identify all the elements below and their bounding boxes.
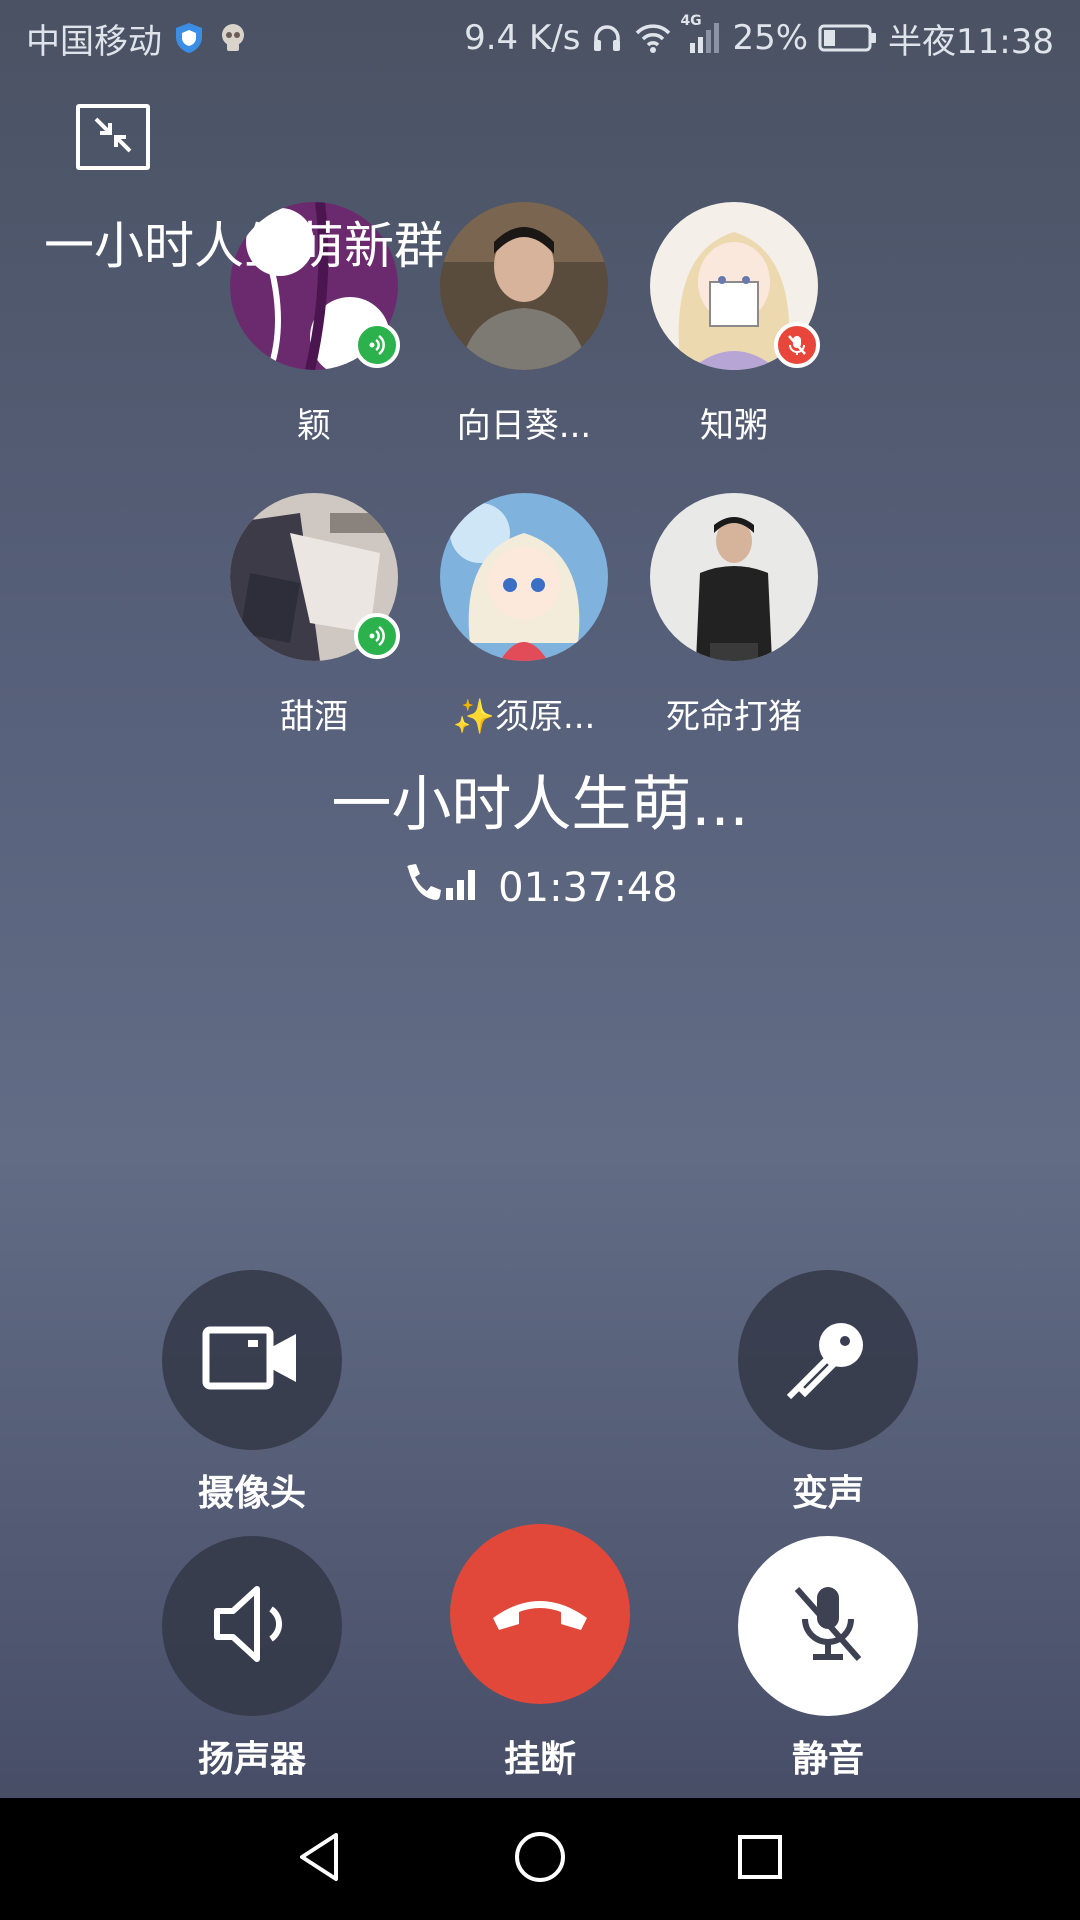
participant-name: 死命打猪 [666, 697, 802, 737]
mute-label: 静音 [791, 1739, 864, 1780]
back-icon[interactable] [292, 1829, 348, 1889]
shield-icon [172, 21, 206, 55]
recent-apps-icon[interactable] [732, 1829, 788, 1889]
speaker-control[interactable]: 扬声器 [162, 1536, 342, 1782]
group-title: 一小时人生萌新群 [44, 217, 444, 275]
participant-name: 向日葵... [456, 406, 592, 446]
participant-6[interactable]: 死命打猪 [650, 493, 818, 738]
muted-badge [774, 322, 820, 368]
participant-name: 甜酒 [280, 697, 348, 737]
microphone-muted-icon [783, 1579, 873, 1673]
navigation-bar [0, 1798, 1080, 1920]
participant-3[interactable]: 知粥 [650, 202, 820, 447]
participant-5[interactable]: ✨须原... [440, 493, 608, 738]
participant-name: 颖 [297, 406, 331, 446]
voice-change-control[interactable]: 变声 [738, 1270, 918, 1516]
speaker-button[interactable] [162, 1536, 342, 1716]
participant-4[interactable]: 甜酒 [230, 493, 400, 738]
video-camera-icon [202, 1322, 302, 1398]
camera-control[interactable]: 摄像头 [162, 1270, 342, 1516]
hangup-phone-icon [485, 1582, 595, 1646]
hangup-control[interactable]: 挂断 [450, 1524, 630, 1782]
mute-button[interactable] [738, 1536, 918, 1716]
status-bar: 中国移动 9.4 K/s 4G 25% 半夜11:38 [0, 0, 1080, 76]
wifi-icon [634, 21, 672, 55]
battery-icon [818, 22, 878, 54]
speaker-icon [207, 1579, 297, 1673]
participants-grid: 颖 向日葵... 知粥 甜酒 ✨须原... 死命打猪 [230, 202, 870, 784]
minimize-arrows-icon [90, 115, 136, 159]
skull-icon [216, 21, 250, 55]
phone-signal-icon [402, 862, 486, 914]
call-name: 一小时人生萌... [331, 770, 749, 840]
headphones-icon [590, 21, 624, 55]
clock: 半夜11:38 [888, 21, 1054, 62]
call-duration: 01:37:48 [0, 862, 1080, 914]
home-icon[interactable] [512, 1829, 568, 1889]
cell-signal-icon: 4G [680, 13, 722, 55]
mute-control[interactable]: 静音 [738, 1536, 918, 1782]
voice-change-label: 变声 [791, 1473, 864, 1514]
participant-name: ✨须原... [452, 697, 596, 737]
avatar [440, 493, 608, 661]
participant-name: 知粥 [700, 406, 768, 446]
camera-label: 摄像头 [197, 1473, 306, 1514]
network-type: 4G [680, 13, 702, 29]
speaker-label: 扬声器 [197, 1739, 306, 1780]
voice-changer-icon [783, 1313, 873, 1407]
voice-change-button[interactable] [738, 1270, 918, 1450]
avatar [440, 202, 608, 370]
network-speed: 9.4 K/s [464, 18, 581, 58]
minimize-button[interactable] [76, 104, 150, 170]
battery-percent: 25% [732, 18, 809, 58]
speaking-badge [354, 613, 400, 659]
hangup-button[interactable] [450, 1524, 630, 1704]
speaking-badge [354, 322, 400, 368]
avatar [650, 493, 818, 661]
participant-2[interactable]: 向日葵... [440, 202, 608, 447]
duration-text: 01:37:48 [498, 865, 678, 911]
hangup-label: 挂断 [503, 1739, 576, 1780]
camera-button[interactable] [162, 1270, 342, 1450]
carrier-label: 中国移动 [26, 21, 162, 62]
